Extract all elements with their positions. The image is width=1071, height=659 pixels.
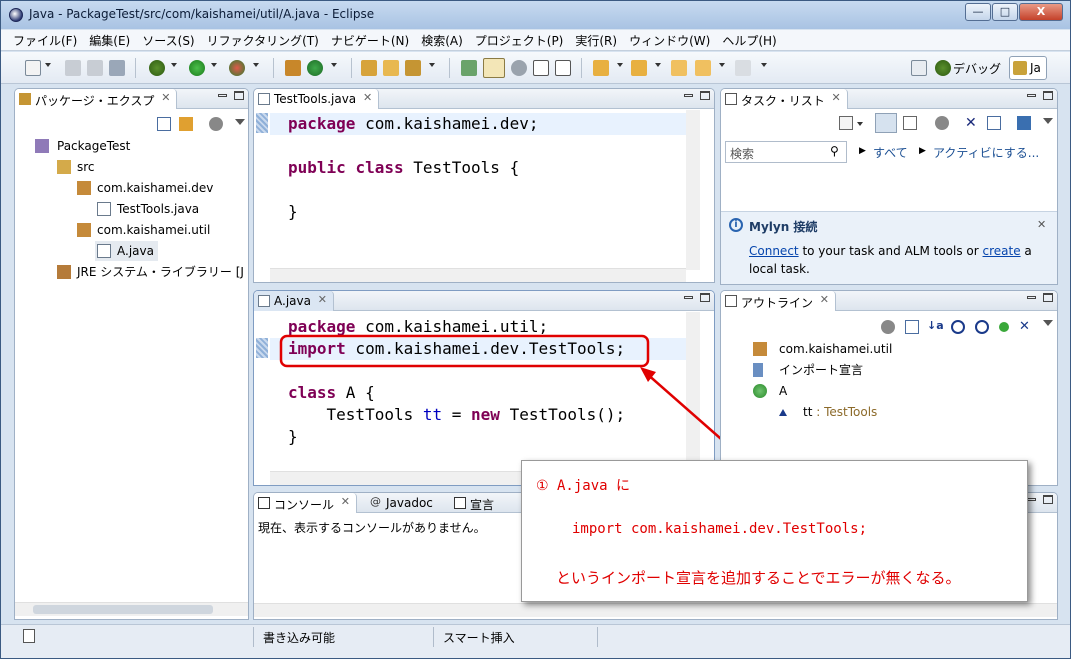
tab-task-list[interactable]: タスク・リスト ✕ — [721, 89, 848, 109]
javadoc-icon: @ — [370, 495, 381, 508]
annotation-callout: ① A.java に import com.kaishamei.dev.Test… — [521, 460, 1028, 602]
mylyn-text: a — [1020, 244, 1032, 258]
sort-icon[interactable]: ↓a — [927, 319, 944, 332]
outline-item-class-a[interactable]: A — [753, 381, 787, 401]
task-list-icon — [725, 93, 737, 105]
play-icon: ▶ — [859, 146, 866, 156]
tab-outline[interactable]: アウトライン ✕ — [721, 291, 837, 311]
mylyn-title: Mylyn 接続 — [749, 220, 818, 234]
callout-line-1: ① A.java に — [536, 478, 630, 494]
focus-icon[interactable] — [881, 320, 895, 334]
play-icon: ▶ — [919, 146, 926, 156]
outline-item-type: : TestTools — [812, 405, 878, 419]
collapse-all-icon[interactable] — [905, 320, 919, 334]
horizontal-scrollbar[interactable] — [254, 603, 1057, 617]
tab-label: Javadoc — [386, 496, 433, 510]
hide-fields-icon[interactable] — [951, 320, 965, 334]
mylyn-text: to your task and ALM tools or — [798, 244, 983, 258]
collapse-all-icon[interactable] — [987, 116, 1001, 130]
imports-icon — [753, 363, 763, 377]
hide-non-public-icon[interactable] — [999, 322, 1009, 332]
console-icon — [258, 497, 270, 509]
close-icon[interactable]: ✕ — [820, 293, 829, 306]
minimize-view-icon[interactable] — [1027, 498, 1036, 501]
scheduled-icon[interactable] — [903, 116, 917, 130]
outline-item-field-tt[interactable]: tt : TestTools — [779, 402, 877, 422]
maximize-view-icon[interactable] — [1043, 495, 1053, 504]
activate-task-link[interactable]: アクティビにする... — [933, 144, 1039, 161]
outline-tabstrip: アウトライン ✕ — [721, 291, 1057, 311]
info-icon: i — [729, 218, 743, 232]
filter-all-link[interactable]: すべて — [873, 144, 908, 161]
status-writable: 書き込み可能 — [263, 631, 336, 645]
tab-label: アウトライン — [741, 296, 814, 310]
close-icon[interactable]: ✕ — [1037, 218, 1046, 231]
search-icon[interactable]: ⚲ — [830, 144, 839, 158]
tab-console[interactable]: コンソール ✕ — [254, 493, 358, 513]
chevron-down-icon[interactable] — [857, 122, 863, 126]
close-icon[interactable]: ✕ — [832, 91, 841, 104]
outline-item-imports[interactable]: インポート宣言 — [753, 360, 863, 380]
tab-declaration[interactable]: 宣言 — [450, 493, 516, 513]
view-menu-icon[interactable] — [1043, 320, 1053, 326]
package-icon — [753, 342, 767, 356]
minimize-view-icon[interactable] — [1027, 94, 1036, 97]
tab-javadoc[interactable]: @ Javadoc — [366, 493, 455, 513]
status-bar: 書き込み可能 スマート挿入 — [1, 624, 1070, 658]
callout-line-3: というインポート宣言を追加することでエラーが無くなる。 — [556, 569, 961, 587]
fast-view-icon[interactable] — [23, 629, 35, 643]
synchronize-icon[interactable] — [1017, 116, 1031, 130]
task-search-input[interactable]: 検索 ⚲ — [725, 141, 847, 163]
status-divider — [253, 627, 254, 647]
maximize-view-icon[interactable] — [1043, 91, 1053, 100]
hide-local-types-icon[interactable]: ✕ — [1019, 319, 1030, 334]
create-link[interactable]: create — [983, 244, 1021, 258]
status-insert-mode: スマート挿入 — [443, 631, 515, 645]
import-highlight-box — [279, 334, 650, 368]
focus-icon[interactable] — [935, 116, 949, 130]
connect-link[interactable]: Connect — [749, 244, 799, 258]
outline-item-package[interactable]: com.kaishamei.util — [753, 339, 892, 359]
status-divider — [597, 627, 598, 647]
minimize-view-icon[interactable] — [1027, 296, 1036, 299]
class-icon — [753, 384, 767, 398]
outline-item-label: インポート宣言 — [779, 363, 864, 377]
hide-static-icon[interactable] — [975, 320, 989, 334]
tab-label: 宣言 — [470, 498, 495, 512]
close-icon[interactable]: ✕ — [341, 495, 350, 508]
new-task-icon[interactable] — [839, 116, 853, 130]
status-divider — [433, 627, 434, 647]
task-list-tabstrip: タスク・リスト ✕ — [721, 89, 1057, 109]
mylyn-text: local task. — [749, 262, 810, 276]
mylyn-connect-section: i Mylyn 接続 ✕ Connect to your task and AL… — [721, 211, 1057, 284]
search-placeholder: 検索 — [730, 147, 755, 161]
outline-item-label: com.kaishamei.util — [779, 342, 893, 356]
mylyn-description: Connect to your task and ALM tools or cr… — [749, 244, 1032, 258]
view-menu-icon[interactable] — [1043, 118, 1053, 124]
task-list-panel: タスク・リスト ✕ ✕ 検索 ⚲ ▶ すべて ▶ アクティビにする... i M… — [720, 88, 1058, 285]
categorized-icon[interactable] — [875, 113, 897, 133]
outline-item-label: A — [779, 384, 788, 398]
maximize-view-icon[interactable] — [1043, 293, 1053, 302]
tab-label: タスク・リスト — [741, 94, 825, 108]
console-message: 現在、表示するコンソールがありません。 — [258, 521, 486, 535]
outline-icon — [725, 295, 737, 307]
tab-label: コンソール — [274, 498, 335, 512]
declaration-icon — [454, 497, 466, 509]
outline-panel: アウトライン ✕ ↓a ✕ com.kaishamei.util インポート宣言… — [720, 290, 1058, 486]
outline-item-label: tt — [803, 405, 813, 419]
field-icon — [779, 408, 787, 416]
hide-completed-icon[interactable]: ✕ — [965, 115, 977, 131]
callout-line-2: import com.kaishamei.dev.TestTools; — [572, 521, 868, 537]
